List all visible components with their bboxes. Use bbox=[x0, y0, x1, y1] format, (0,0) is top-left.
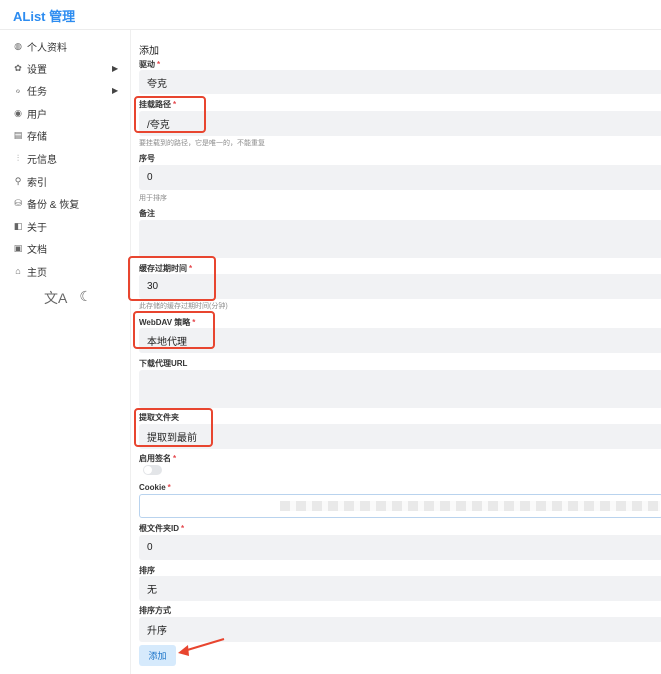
sidebar-item-home[interactable]: ⌂ 主页 bbox=[0, 260, 131, 282]
app-title[interactable]: AList 管理 bbox=[13, 6, 75, 25]
remark-label: 备注 bbox=[139, 209, 155, 218]
sidebar-item-tasks[interactable]: ℴ 任务 ▶ bbox=[0, 79, 131, 101]
order-by-select[interactable]: 无 bbox=[139, 576, 661, 601]
sidebar-item-profile[interactable]: ◍ 个人资料 bbox=[0, 35, 131, 57]
sidebar-item-label: 个人资料 bbox=[27, 42, 67, 54]
sidebar-item-meta[interactable]: ⫶ 元信息 bbox=[0, 147, 131, 169]
sidebar-item-label: 关于 bbox=[27, 222, 47, 234]
cache-expiration-help: 此存储的缓存过期时间(分钟) bbox=[139, 303, 228, 310]
arrow-pointer-icon bbox=[178, 638, 225, 656]
home-icon: ⌂ bbox=[15, 266, 21, 276]
profile-icon: ◍ bbox=[14, 40, 22, 51]
translate-icon[interactable]: 文A bbox=[44, 288, 67, 308]
add-button[interactable]: 添加 bbox=[139, 645, 176, 666]
highlight-extract-folder bbox=[134, 408, 213, 447]
enable-sign-toggle[interactable] bbox=[143, 465, 162, 475]
sidebar-item-label: 设置 bbox=[27, 64, 47, 76]
task-icon: ℴ bbox=[15, 84, 21, 95]
sidebar-item-label: 元信息 bbox=[27, 154, 57, 166]
moon-icon[interactable]: ☾ bbox=[79, 288, 92, 308]
sidebar-item-label: 主页 bbox=[27, 267, 47, 279]
cache-expiration-input[interactable]: 30 bbox=[139, 274, 661, 299]
highlight-mount-path bbox=[134, 96, 206, 133]
chevron-right-icon: ▶ bbox=[112, 63, 119, 73]
webdav-policy-select[interactable]: 本地代理 bbox=[139, 328, 661, 353]
order-direction-label: 排序方式 bbox=[139, 606, 171, 615]
root-folder-id-input[interactable]: 0 bbox=[139, 535, 661, 560]
sidebar-item-storage[interactable]: ▤ 存储 bbox=[0, 124, 131, 146]
order-by-label: 排序 bbox=[139, 566, 155, 575]
down-proxy-url-textarea[interactable] bbox=[139, 370, 661, 408]
chevron-right-icon: ▶ bbox=[112, 85, 119, 95]
root-folder-id-label: 根文件夹ID * bbox=[139, 524, 185, 533]
database-icon: ⛁ bbox=[14, 197, 22, 208]
extract-folder-select[interactable]: 提取到最前 bbox=[139, 424, 661, 449]
sidebar-item-index[interactable]: ⚲ 索引 bbox=[0, 170, 131, 192]
sidebar-item-label: 存储 bbox=[27, 131, 47, 143]
highlight-webdav-policy bbox=[133, 311, 215, 349]
sidebar-tools: 文A ☾ bbox=[44, 288, 92, 308]
sidebar-item-label: 任务 bbox=[27, 86, 47, 98]
cookie-label: Cookie * bbox=[139, 483, 171, 492]
gear-icon: ✿ bbox=[14, 62, 22, 73]
sidebar-item-users[interactable]: ◉ 用户 bbox=[0, 102, 131, 124]
driver-select[interactable]: 夸克 bbox=[139, 70, 661, 94]
meta-icon: ⫶ bbox=[16, 152, 20, 163]
order-label: 序号 bbox=[139, 154, 155, 163]
order-help: 用于排序 bbox=[139, 195, 167, 202]
sidebar-item-backup[interactable]: ⛁ 备份 & 恢复 bbox=[0, 192, 131, 214]
about-icon: ◧ bbox=[13, 220, 23, 231]
sidebar: ◍ 个人资料 ✿ 设置 ▶ ℴ 任务 ▶ ◉ 用户 ▤ 存储 ⫶ 元信息 ⚲ 索引 ⛁ 备份 & 恢… bbox=[0, 30, 131, 674]
enable-sign-label: 启用签名 * bbox=[139, 454, 177, 463]
driver-label: 驱动 * bbox=[139, 60, 161, 69]
redacted-cookie-value bbox=[280, 501, 660, 511]
sidebar-item-docs[interactable]: ▣ 文档 bbox=[0, 237, 131, 259]
main-content: 添加 驱动 * 夸克 挂载路径 * /夸克 要挂载到的路径，它是唯一的，不能重复 序… bbox=[131, 30, 661, 674]
sidebar-item-about[interactable]: ◧ 关于 bbox=[0, 215, 131, 237]
highlight-cache-expiration bbox=[128, 256, 216, 301]
cookie-textarea[interactable] bbox=[139, 494, 661, 518]
book-icon: ▣ bbox=[13, 242, 23, 253]
remark-textarea[interactable] bbox=[139, 220, 661, 258]
search-icon: ⚲ bbox=[14, 175, 22, 186]
sidebar-item-label: 备份 & 恢复 bbox=[27, 199, 80, 211]
mount-path-help: 要挂载到的路径，它是唯一的，不能重复 bbox=[139, 140, 265, 147]
page-title: 添加 bbox=[139, 46, 159, 57]
sidebar-item-label: 用户 bbox=[27, 109, 47, 121]
sidebar-item-settings[interactable]: ✿ 设置 ▶ bbox=[0, 57, 131, 79]
user-icon: ◉ bbox=[14, 107, 22, 118]
sidebar-item-label: 文档 bbox=[27, 244, 47, 256]
order-input[interactable]: 0 bbox=[139, 165, 661, 190]
storage-icon: ▤ bbox=[13, 129, 23, 140]
down-proxy-url-label: 下载代理URL bbox=[139, 359, 188, 368]
sidebar-item-label: 索引 bbox=[27, 177, 47, 189]
top-bar: AList 管理 bbox=[0, 0, 661, 30]
mount-path-input[interactable]: /夸克 bbox=[139, 111, 661, 136]
